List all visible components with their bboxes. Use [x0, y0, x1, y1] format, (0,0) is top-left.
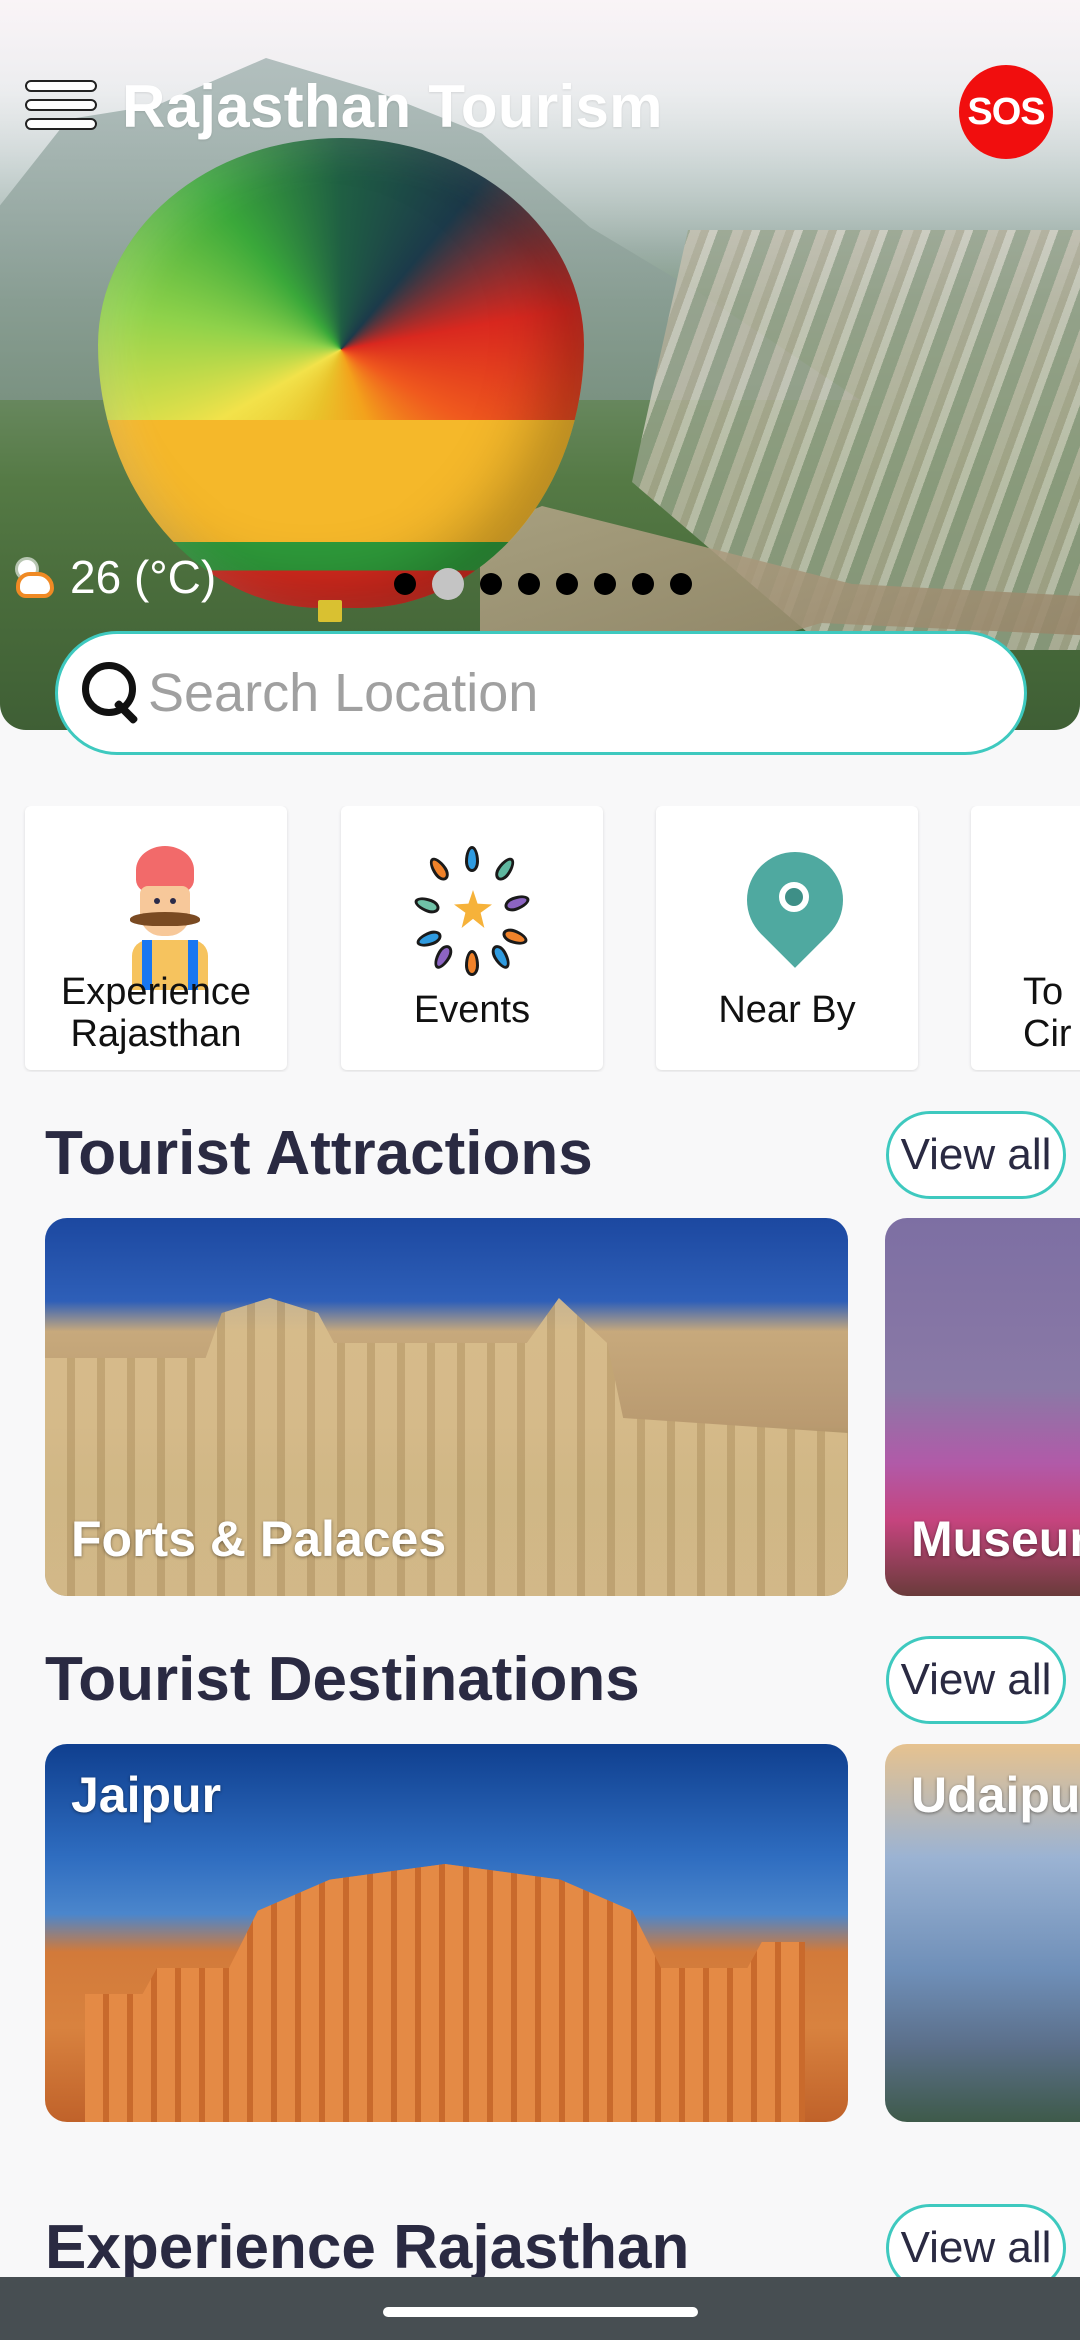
section-title-tourist-destinations: Tourist Destinations [45, 1645, 640, 1714]
fireworks-icon [412, 846, 532, 976]
category-row[interactable]: Experience Rajasthan Events Near By To C… [0, 806, 1080, 1072]
card-title: Jaipur [71, 1767, 222, 1823]
category-tourist-circuits[interactable]: To Cir [971, 806, 1080, 1070]
card-title: Museur [911, 1511, 1080, 1567]
partly-cloudy-icon [12, 554, 58, 600]
hamburger-menu-icon[interactable] [25, 80, 97, 132]
carousel-dot[interactable] [670, 573, 692, 595]
category-label: Experience Rajasthan [60, 971, 252, 1055]
location-pin-icon [727, 832, 863, 968]
carousel-dot-active[interactable] [432, 568, 464, 600]
carousel-dot[interactable] [556, 573, 578, 595]
carousel-indicator [394, 568, 692, 600]
hot-air-balloon-image [98, 138, 584, 608]
view-all-attractions-button[interactable]: View all [886, 1111, 1066, 1199]
app-title: Rajasthan Tourism [122, 73, 663, 140]
system-navigation-bar [0, 2277, 1080, 2340]
weather-widget: 26 (°C) [12, 550, 216, 604]
attraction-card-forts-palaces[interactable]: Forts & Palaces [45, 1218, 848, 1596]
card-title: Forts & Palaces [71, 1511, 447, 1567]
attraction-card-museums[interactable]: Museur [885, 1218, 1080, 1596]
section-title-experience-rajasthan: Experience Rajasthan [45, 2213, 690, 2282]
attractions-carousel[interactable]: Forts & Palaces Museur [0, 1218, 1080, 1598]
carousel-dot[interactable] [394, 573, 416, 595]
carousel-dot[interactable] [480, 573, 502, 595]
home-gesture-handle[interactable] [383, 2307, 698, 2317]
search-icon[interactable] [78, 660, 144, 726]
sos-button[interactable]: SOS [959, 65, 1053, 159]
category-label: Events [413, 989, 531, 1031]
view-all-destinations-button[interactable]: View all [886, 1636, 1066, 1724]
carousel-dot[interactable] [518, 573, 540, 595]
section-title-tourist-attractions: Tourist Attractions [45, 1119, 593, 1188]
category-label: Near By [718, 989, 856, 1031]
destination-card-jaipur[interactable]: Jaipur [45, 1744, 848, 2122]
destinations-carousel[interactable]: Jaipur Udaipu [0, 1744, 1080, 2124]
carousel-dot[interactable] [594, 573, 616, 595]
category-label: To Cir [1023, 971, 1072, 1055]
category-near-by[interactable]: Near By [656, 806, 918, 1070]
category-experience-rajasthan[interactable]: Experience Rajasthan [25, 806, 287, 1070]
circuit-icon [1042, 846, 1080, 966]
carousel-dot[interactable] [632, 573, 654, 595]
temperature-text: 26 (°C) [70, 551, 217, 603]
category-events[interactable]: Events [341, 806, 603, 1070]
card-title: Udaipu [911, 1767, 1080, 1823]
search-input[interactable] [148, 662, 988, 724]
rajasthani-man-icon [96, 846, 216, 990]
balloon-basket [318, 600, 342, 622]
search-bar[interactable] [55, 631, 1027, 755]
destination-card-udaipur[interactable]: Udaipu [885, 1744, 1080, 2122]
hawa-mahal-image [85, 1864, 805, 2122]
